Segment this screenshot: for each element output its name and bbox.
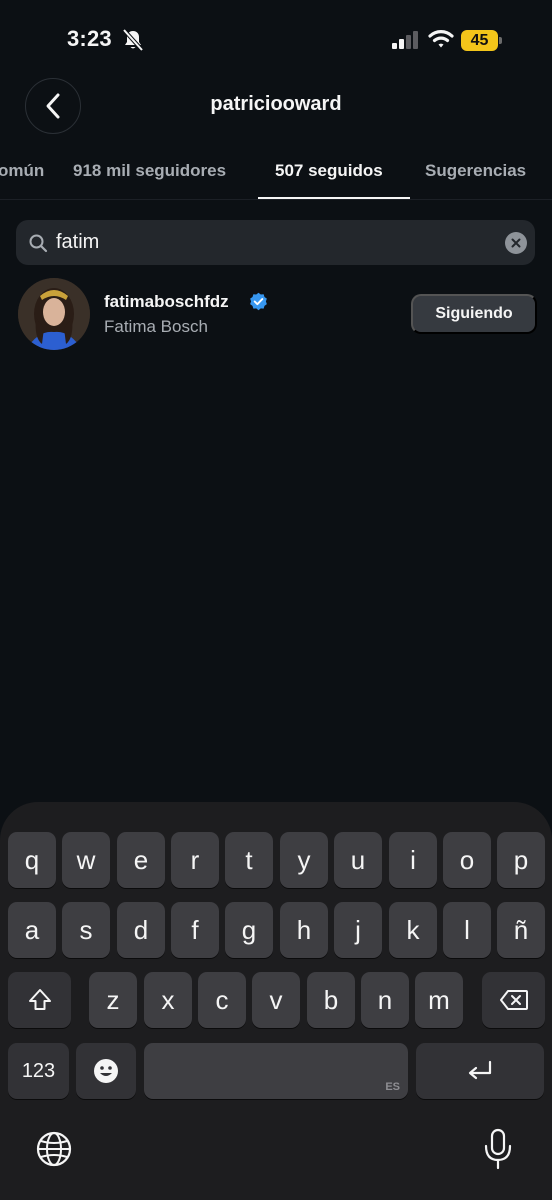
- screen: 3:23 45 patriciooward omún 918 mil segui…: [0, 0, 552, 1200]
- shift-key[interactable]: [8, 972, 71, 1028]
- key-h[interactable]: h: [280, 902, 328, 958]
- search-icon: [29, 234, 48, 253]
- result-full-name: Fatima Bosch: [104, 317, 208, 336]
- tab-seguidos[interactable]: 507 seguidos: [275, 161, 383, 181]
- return-icon: [468, 1060, 492, 1080]
- close-icon: [511, 238, 521, 248]
- key-x[interactable]: x: [144, 972, 192, 1028]
- key-n-tilde[interactable]: ñ: [497, 902, 545, 958]
- key-t[interactable]: t: [225, 832, 273, 888]
- key-i[interactable]: i: [389, 832, 437, 888]
- key-y[interactable]: y: [280, 832, 328, 888]
- key-v[interactable]: v: [252, 972, 300, 1028]
- key-d[interactable]: d: [117, 902, 165, 958]
- tab-seguidores[interactable]: 918 mil seguidores: [73, 161, 226, 181]
- key-c[interactable]: c: [198, 972, 246, 1028]
- delete-key[interactable]: [482, 972, 545, 1028]
- page-title: patriciooward: [210, 93, 342, 115]
- shift-icon: [28, 989, 51, 1010]
- key-f[interactable]: f: [171, 902, 219, 958]
- key-l[interactable]: l: [443, 902, 491, 958]
- microphone-icon[interactable]: [483, 1128, 513, 1170]
- key-p[interactable]: p: [497, 832, 545, 888]
- battery-indicator: 45: [461, 30, 503, 52]
- following-button[interactable]: Siguiendo: [411, 294, 537, 334]
- result-username[interactable]: fatimaboschfdz: [104, 292, 229, 312]
- emoji-icon: [94, 1059, 118, 1083]
- profile-photo: [18, 278, 90, 350]
- wifi-icon: [428, 30, 454, 48]
- globe-icon[interactable]: [35, 1130, 73, 1168]
- key-q[interactable]: q: [8, 832, 56, 888]
- key-a[interactable]: a: [8, 902, 56, 958]
- search-input[interactable]: [56, 220, 496, 265]
- key-e[interactable]: e: [117, 832, 165, 888]
- keyboard-language-label: ES: [385, 1081, 400, 1093]
- numbers-key[interactable]: 123: [8, 1043, 69, 1099]
- key-b[interactable]: b: [307, 972, 355, 1028]
- key-u[interactable]: u: [334, 832, 382, 888]
- list-item[interactable]: fatimaboschfdz Fatima Bosch Siguiendo: [0, 276, 552, 354]
- emoji-key[interactable]: [76, 1043, 136, 1099]
- cellular-signal-icon: [392, 31, 418, 49]
- bell-muted-icon: [122, 28, 144, 52]
- avatar[interactable]: [18, 278, 90, 350]
- active-tab-indicator: [258, 197, 410, 199]
- key-r[interactable]: r: [171, 832, 219, 888]
- backspace-icon: [499, 990, 528, 1010]
- key-w[interactable]: w: [62, 832, 110, 888]
- key-s[interactable]: s: [62, 902, 110, 958]
- verified-badge-icon: [250, 292, 267, 311]
- tab-sugerencias[interactable]: Sugerencias: [425, 161, 526, 181]
- key-g[interactable]: g: [225, 902, 273, 958]
- key-n[interactable]: n: [361, 972, 409, 1028]
- status-time: 3:23: [67, 26, 112, 51]
- clear-search-button[interactable]: [505, 232, 527, 254]
- battery-cap: [499, 37, 502, 44]
- key-j[interactable]: j: [334, 902, 382, 958]
- key-o[interactable]: o: [443, 832, 491, 888]
- return-key[interactable]: [416, 1043, 544, 1099]
- space-key[interactable]: ES: [144, 1043, 408, 1099]
- key-z[interactable]: z: [89, 972, 137, 1028]
- key-k[interactable]: k: [389, 902, 437, 958]
- battery-level: 45: [470, 32, 489, 49]
- tabs-divider: [0, 199, 552, 200]
- search-box[interactable]: [16, 220, 535, 265]
- tab-en-comun[interactable]: omún: [0, 161, 44, 181]
- key-m[interactable]: m: [415, 972, 463, 1028]
